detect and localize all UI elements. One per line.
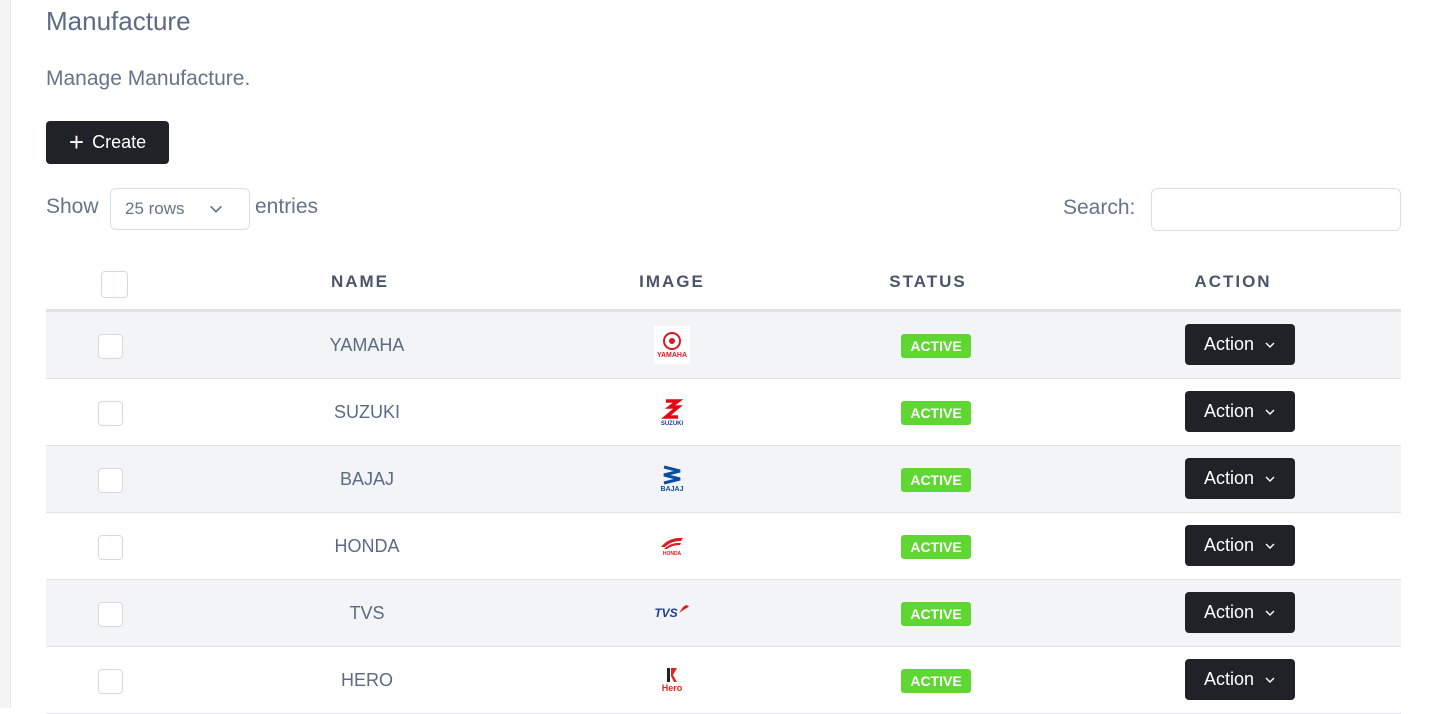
manufacturer-name: HERO bbox=[340, 670, 394, 690]
column-header-name[interactable]: NAME bbox=[331, 272, 389, 292]
yamaha-emblem-icon bbox=[663, 332, 681, 350]
action-dropdown-button[interactable]: Action bbox=[1185, 391, 1295, 432]
tvs-horse-icon bbox=[678, 605, 689, 613]
chevron-down-icon bbox=[1265, 476, 1275, 482]
row-checkbox[interactable] bbox=[98, 535, 123, 560]
table-row: BAJAJ BAJAJ ACTIVE Action bbox=[46, 446, 1401, 513]
action-dropdown-button[interactable]: Action bbox=[1185, 659, 1295, 700]
action-button-label: Action bbox=[1203, 535, 1255, 555]
entries-label: entries bbox=[255, 195, 319, 218]
page-subtitle: Manage Manufacture. bbox=[46, 67, 251, 90]
row-checkbox[interactable] bbox=[98, 334, 123, 359]
tvs-logo-image: TVS bbox=[654, 594, 690, 632]
status-badge: ACTIVE bbox=[901, 535, 971, 559]
chevron-down-icon bbox=[1265, 342, 1275, 348]
rows-per-page-value: 25 rows bbox=[125, 199, 185, 218]
status-badge: ACTIVE bbox=[901, 602, 971, 626]
action-dropdown-button[interactable]: Action bbox=[1185, 324, 1295, 365]
row-checkbox[interactable] bbox=[98, 669, 123, 694]
honda-logo-image: HONDA bbox=[654, 527, 690, 565]
chevron-down-icon bbox=[1265, 409, 1275, 415]
table-row: HONDA HONDA ACTIVE Action bbox=[46, 513, 1401, 580]
rows-per-page-select[interactable]: 25 rows bbox=[110, 188, 250, 230]
status-badge: ACTIVE bbox=[901, 468, 971, 492]
hero-logo-image: Hero bbox=[654, 661, 690, 699]
status-badge: ACTIVE bbox=[901, 401, 971, 425]
logo-wordmark: TVS bbox=[654, 606, 678, 620]
table-row: YAMAHA YAMAHA ACTIVE Action bbox=[46, 312, 1401, 379]
row-checkbox[interactable] bbox=[98, 468, 123, 493]
create-button-label: Create bbox=[92, 132, 147, 152]
action-dropdown-button[interactable]: Action bbox=[1185, 458, 1295, 499]
manufacturer-name: SUZUKI bbox=[333, 402, 401, 422]
select-all-checkbox[interactable] bbox=[101, 271, 128, 298]
column-header-action[interactable]: ACTION bbox=[1194, 272, 1271, 292]
row-checkbox[interactable] bbox=[98, 401, 123, 426]
show-label: Show bbox=[46, 195, 99, 218]
logo-wordmark: BAJAJ bbox=[660, 486, 684, 493]
action-button-label: Action bbox=[1203, 602, 1255, 622]
table-row: HERO Hero ACTIVE Action bbox=[46, 647, 1401, 714]
create-button[interactable]: + Create bbox=[46, 121, 169, 164]
manufacture-table: NAME IMAGE STATUS ACTION YAMAHA YAMAHA A… bbox=[46, 253, 1401, 714]
table-header: NAME IMAGE STATUS ACTION bbox=[46, 253, 1401, 312]
logo-wordmark: Hero bbox=[661, 683, 683, 693]
column-header-image[interactable]: IMAGE bbox=[639, 272, 705, 292]
left-sidebar-edge bbox=[0, 0, 11, 708]
table-row: SUZUKI SUZUKI ACTIVE Action bbox=[46, 379, 1401, 446]
action-dropdown-button[interactable]: Action bbox=[1185, 525, 1295, 566]
bajaj-emblem-icon bbox=[663, 465, 681, 485]
column-header-status[interactable]: STATUS bbox=[889, 272, 966, 292]
suzuki-logo-image: SUZUKI bbox=[654, 393, 690, 431]
status-badge: ACTIVE bbox=[901, 334, 971, 358]
bajaj-logo-image: BAJAJ bbox=[654, 460, 690, 498]
manufacturer-name: TVS bbox=[349, 603, 385, 623]
chevron-down-icon bbox=[1265, 543, 1275, 549]
manufacturer-name: HONDA bbox=[334, 536, 400, 556]
page-title: Manufacture bbox=[46, 6, 191, 36]
chevron-down-icon bbox=[210, 205, 222, 213]
table-row: TVS TVS ACTIVE Action bbox=[46, 580, 1401, 647]
search-input[interactable] bbox=[1151, 188, 1401, 231]
honda-wing-icon bbox=[661, 537, 683, 549]
chevron-down-icon bbox=[1265, 677, 1275, 683]
logo-wordmark: SUZUKI bbox=[660, 420, 684, 427]
logo-wordmark: HONDA bbox=[662, 551, 682, 557]
chevron-down-icon bbox=[1265, 610, 1275, 616]
action-button-label: Action bbox=[1203, 468, 1255, 488]
row-checkbox[interactable] bbox=[98, 602, 123, 627]
logo-wordmark: YAMAHA bbox=[656, 352, 688, 359]
status-badge: ACTIVE bbox=[901, 669, 971, 693]
action-dropdown-button[interactable]: Action bbox=[1185, 592, 1295, 633]
search-label: Search: bbox=[1063, 196, 1136, 219]
action-button-label: Action bbox=[1203, 334, 1255, 354]
suzuki-emblem-icon bbox=[661, 398, 683, 419]
manufacturer-name: YAMAHA bbox=[329, 335, 405, 355]
yamaha-logo-image: YAMAHA bbox=[654, 326, 690, 364]
hero-emblem-icon bbox=[667, 668, 677, 682]
action-button-label: Action bbox=[1203, 401, 1255, 421]
plus-icon: + bbox=[68, 126, 85, 157]
action-button-label: Action bbox=[1203, 669, 1255, 689]
manufacturer-name: BAJAJ bbox=[339, 469, 395, 489]
